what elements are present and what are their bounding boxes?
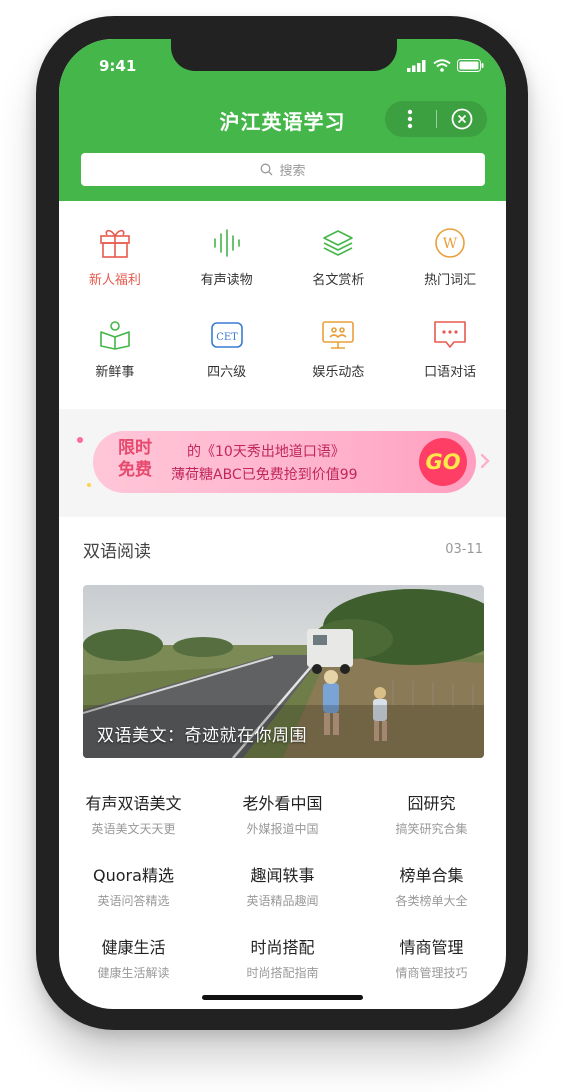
feature-label: 新鲜事: [95, 365, 135, 380]
feature-entertainment[interactable]: 娱乐动态: [283, 317, 395, 409]
close-circle-icon: [451, 108, 473, 130]
category-item[interactable]: 榜单合集 各类榜单大全: [357, 862, 506, 934]
gift-icon: [97, 225, 133, 261]
search-icon: [261, 163, 273, 176]
promo-badge: 限时 免费: [111, 437, 159, 481]
status-icons: [407, 59, 484, 72]
category-title: 时尚搭配: [250, 938, 315, 957]
decor-dot: [87, 483, 91, 487]
category-title: 健康生活: [101, 938, 166, 957]
category-subtitle: 时尚搭配指南: [246, 966, 319, 980]
category-subtitle: 英语精品趣闻: [246, 894, 319, 908]
category-subtitle: 搞笑研究合集: [395, 822, 468, 836]
section-title: 双语阅读: [83, 542, 151, 562]
status-time: 9:41: [99, 57, 137, 75]
signal-icon: [407, 59, 426, 72]
monitor-icon: [320, 317, 356, 353]
wifi-icon: [433, 59, 451, 72]
section-header: 双语阅读 03-11: [83, 537, 483, 562]
hero-caption: 双语美文：奇迹就在你周围: [97, 726, 307, 746]
promo-badge-line: 免费: [118, 460, 152, 480]
category-item[interactable]: Quora精选 英语问答精选: [59, 862, 208, 934]
mini-program-capsule: [385, 101, 487, 137]
svg-text:CET: CET: [216, 332, 238, 343]
category-title: 囧研究: [407, 794, 456, 813]
category-title: 情商管理: [399, 938, 464, 957]
chat-bubble-icon: [432, 317, 468, 353]
feature-row: 新鲜事 CET 四六级 娱乐动态 口语对话: [59, 317, 506, 409]
more-dots-icon: [408, 109, 413, 129]
category-item[interactable]: 有声双语美文 英语美文天天更: [59, 790, 208, 862]
feature-label: 口语对话: [424, 365, 477, 380]
cet-icon: CET: [209, 317, 245, 353]
category-title: Quora精选: [93, 866, 174, 885]
feature-cet[interactable]: CET 四六级: [171, 317, 283, 409]
feature-label: 娱乐动态: [312, 365, 365, 380]
feature-label: 名文赏析: [312, 273, 365, 288]
feature-row: 新人福利 有声读物 名文赏析 W 热门词汇: [59, 225, 506, 317]
category-item[interactable]: 健康生活 健康生活解读: [59, 934, 208, 1006]
section-date: 03-11: [445, 542, 483, 557]
feature-label: 四六级: [207, 365, 247, 380]
category-row: 有声双语美文 英语美文天天更 老外看中国 外媒报道中国 囧研究 搞笑研究合集: [59, 790, 506, 862]
decor-dot: [77, 437, 83, 443]
feature-classic-essays[interactable]: 名文赏析: [283, 225, 395, 317]
category-title: 趣闻轶事: [250, 866, 315, 885]
feature-label: 热门词汇: [424, 273, 477, 288]
feature-grid: 新人福利 有声读物 名文赏析 W 热门词汇 新鲜事 CET 四六级 娱乐动态 口…: [59, 225, 506, 409]
category-subtitle: 英语美文天天更: [91, 822, 176, 836]
close-button[interactable]: [436, 101, 487, 137]
category-subtitle: 健康生活解读: [97, 966, 170, 980]
device-notch: [171, 39, 397, 71]
category-subtitle: 各类榜单大全: [395, 894, 468, 908]
promo-text-line: 薄荷糖ABC已免费抢到价值99: [171, 467, 358, 483]
feature-label: 新人福利: [88, 273, 141, 288]
w-badge-icon: W: [432, 225, 468, 261]
search-input[interactable]: 搜索: [81, 153, 485, 186]
search-placeholder: 搜索: [279, 164, 306, 179]
promo-area: 限时 免费 的《10天秀出地道口语》 薄荷糖ABC已免费抢到价值99 GO: [59, 409, 506, 517]
home-indicator[interactable]: [202, 995, 363, 1000]
category-title: 老外看中国: [242, 794, 323, 813]
category-subtitle: 外媒报道中国: [246, 822, 319, 836]
feature-audiobooks[interactable]: 有声读物: [171, 225, 283, 317]
category-subtitle: 英语问答精选: [97, 894, 170, 908]
chevron-right-icon: [480, 453, 490, 469]
feature-news[interactable]: 新鲜事: [59, 317, 171, 409]
category-grid: 有声双语美文 英语美文天天更 老外看中国 外媒报道中国 囧研究 搞笑研究合集 Q…: [59, 790, 506, 1006]
category-item[interactable]: 老外看中国 外媒报道中国: [208, 790, 357, 862]
category-title: 有声双语美文: [85, 794, 182, 813]
feature-label: 有声读物: [200, 273, 253, 288]
category-title: 榜单合集: [399, 866, 464, 885]
battery-icon: [457, 59, 484, 72]
promo-text-line: 的《10天秀出地道口语》: [187, 444, 345, 460]
feature-oral-dialogue[interactable]: 口语对话: [394, 317, 506, 409]
layers-icon: [320, 225, 356, 261]
category-subtitle: 情商管理技巧: [395, 966, 468, 980]
category-item[interactable]: 情商管理 情商管理技巧: [357, 934, 506, 1006]
promo-badge-line: 限时: [118, 438, 152, 458]
feature-hot-vocabulary[interactable]: W 热门词汇: [394, 225, 506, 317]
promo-banner[interactable]: 限时 免费 的《10天秀出地道口语》 薄荷糖ABC已免费抢到价值99 GO: [93, 431, 476, 493]
feature-new-user-gift[interactable]: 新人福利: [59, 225, 171, 317]
svg-text:W: W: [443, 236, 458, 252]
open-book-icon: [97, 317, 133, 353]
category-item[interactable]: 囧研究 搞笑研究合集: [357, 790, 506, 862]
audio-wave-icon: [209, 225, 245, 261]
more-button[interactable]: [385, 101, 436, 137]
category-item[interactable]: 趣闻轶事 英语精品趣闻: [208, 862, 357, 934]
hero-article-card[interactable]: 双语美文：奇迹就在你周围: [83, 585, 484, 758]
go-button[interactable]: GO: [419, 438, 467, 486]
category-row: Quora精选 英语问答精选 趣闻轶事 英语精品趣闻 榜单合集 各类榜单大全: [59, 862, 506, 934]
app-screen: 9:41 沪江英语学习 搜索 新人福利 有声读物 名文赏析 W 热门词汇 新鲜事…: [59, 39, 506, 1009]
